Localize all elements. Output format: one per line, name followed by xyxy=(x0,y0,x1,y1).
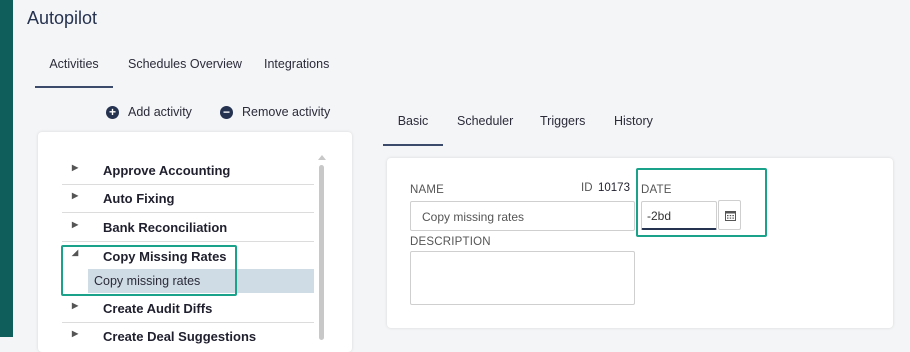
name-input[interactable]: Copy missing rates xyxy=(410,201,635,231)
minus-circle-icon: − xyxy=(220,106,233,120)
id-value: 10173 xyxy=(598,182,630,194)
activity-label: Approve Accounting xyxy=(103,163,231,178)
id-label: ID xyxy=(581,182,593,194)
highlight-box-date xyxy=(636,168,767,237)
remove-activity-button[interactable]: − Remove activity xyxy=(220,105,331,120)
tab-history[interactable]: History xyxy=(614,114,653,144)
scrollbar-thumb[interactable] xyxy=(319,165,324,340)
plus-circle-icon: + xyxy=(106,106,119,120)
tab-basic[interactable]: Basic xyxy=(383,114,443,146)
app-sidebar-stripe xyxy=(0,0,13,337)
scroll-up-arrow-icon[interactable] xyxy=(318,155,326,160)
activity-auto-fixing[interactable]: ▶ Auto Fixing xyxy=(62,184,314,213)
description-label: DESCRIPTION xyxy=(410,236,491,248)
caret-right-icon[interactable]: ▶ xyxy=(72,191,78,200)
highlight-box-activity xyxy=(61,245,237,296)
activity-create-audit-diffs[interactable]: ▶ Create Audit Diffs xyxy=(62,294,314,323)
tab-integrations[interactable]: Integrations xyxy=(264,46,329,86)
remove-activity-label: Remove activity xyxy=(242,105,331,119)
activity-label: Bank Reconciliation xyxy=(103,220,228,235)
add-activity-button[interactable]: + Add activity xyxy=(106,105,192,120)
activity-create-deal-suggestions[interactable]: ▶ Create Deal Suggestions xyxy=(62,322,314,350)
activity-label: Auto Fixing xyxy=(103,191,175,206)
tab-triggers[interactable]: Triggers xyxy=(540,114,585,144)
description-textarea[interactable] xyxy=(410,251,635,305)
name-label: NAME xyxy=(410,184,445,196)
activity-bank-reconciliation[interactable]: ▶ Bank Reconciliation xyxy=(62,213,314,242)
caret-right-icon[interactable]: ▶ xyxy=(72,163,78,172)
tab-activities[interactable]: Activities xyxy=(35,46,113,88)
activity-approve-accounting[interactable]: ▶ Approve Accounting xyxy=(62,156,314,185)
list-scrollbar[interactable] xyxy=(318,155,326,340)
caret-right-icon[interactable]: ▶ xyxy=(72,220,78,229)
add-activity-label: Add activity xyxy=(128,105,192,119)
caret-right-icon[interactable]: ▶ xyxy=(72,301,78,310)
activity-label: Create Audit Diffs xyxy=(103,301,213,316)
tab-scheduler[interactable]: Scheduler xyxy=(457,114,513,144)
page-title: Autopilot xyxy=(27,8,98,28)
tab-schedules-overview[interactable]: Schedules Overview xyxy=(128,46,242,86)
